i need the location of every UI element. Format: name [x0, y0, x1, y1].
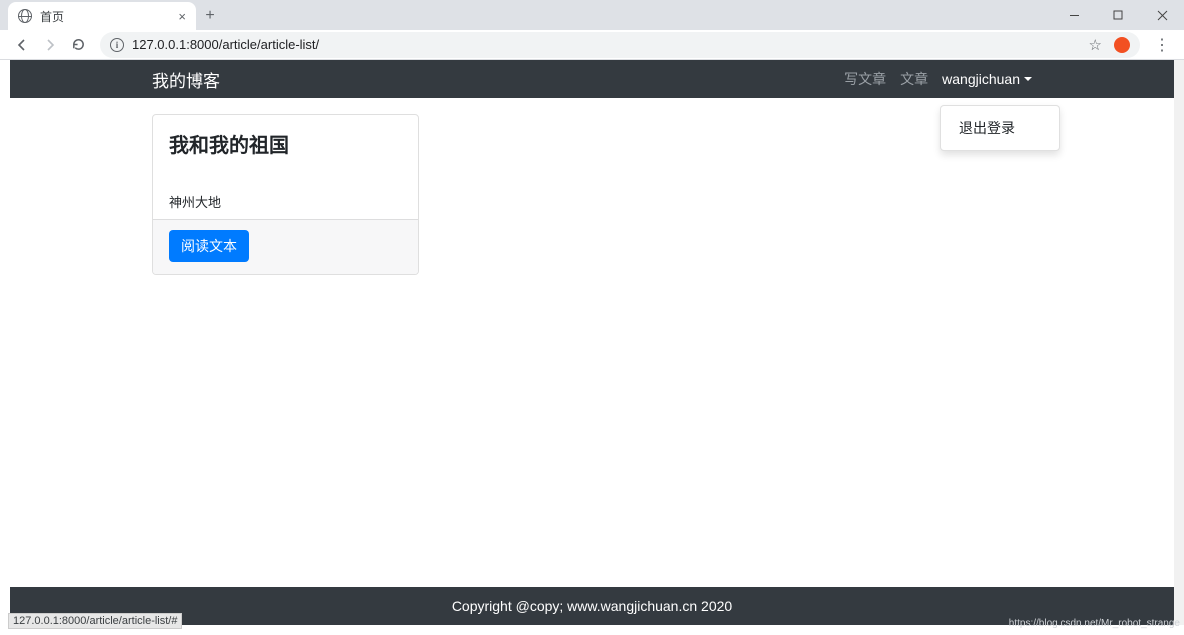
- vertical-scrollbar[interactable]: [1174, 60, 1184, 625]
- browser-tabstrip: 首页 × +: [0, 0, 1184, 30]
- reload-button[interactable]: [64, 31, 92, 59]
- nav-username: wangjichuan: [942, 71, 1020, 87]
- main-content: 我和我的祖国 神州大地 阅读文本: [10, 98, 1174, 587]
- browser-status-bar: 127.0.0.1:8000/article/article-list/#: [8, 613, 182, 629]
- forward-button[interactable]: [36, 31, 64, 59]
- footer-text: Copyright @copy; www.wangjichuan.cn 2020: [452, 598, 732, 614]
- site-navbar: 我的博客 写文章 文章 wangjichuan 退出登录: [10, 60, 1174, 98]
- new-tab-button[interactable]: +: [196, 2, 224, 30]
- page-viewport: 我的博客 写文章 文章 wangjichuan 退出登录 我和我的祖国 神州大地: [10, 60, 1174, 625]
- address-bar[interactable]: i 127.0.0.1:8000/article/article-list/ ☆: [100, 32, 1140, 58]
- bookmark-star-icon[interactable]: ☆: [1089, 36, 1102, 54]
- nav-articles[interactable]: 文章: [900, 69, 928, 89]
- browser-toolbar: i 127.0.0.1:8000/article/article-list/ ☆…: [0, 30, 1184, 60]
- back-button[interactable]: [8, 31, 36, 59]
- close-window-button[interactable]: [1140, 0, 1184, 30]
- user-dropdown-menu: 退出登录: [940, 105, 1060, 151]
- url-text: 127.0.0.1:8000/article/article-list/: [132, 37, 319, 52]
- article-title: 我和我的祖国: [169, 129, 402, 158]
- site-footer: Copyright @copy; www.wangjichuan.cn 2020: [10, 587, 1174, 625]
- read-article-button[interactable]: 阅读文本: [169, 230, 249, 262]
- minimize-button[interactable]: [1052, 0, 1096, 30]
- logout-item[interactable]: 退出登录: [941, 112, 1059, 144]
- extension-icon[interactable]: [1114, 37, 1130, 53]
- site-brand[interactable]: 我的博客: [152, 67, 220, 92]
- maximize-button[interactable]: [1096, 0, 1140, 30]
- browser-tab[interactable]: 首页 ×: [8, 2, 196, 30]
- tab-title: 首页: [40, 8, 64, 25]
- close-tab-icon[interactable]: ×: [178, 9, 186, 24]
- globe-icon: [18, 9, 32, 23]
- caret-down-icon: [1024, 77, 1032, 81]
- browser-menu-button[interactable]: ⋮: [1148, 35, 1176, 55]
- article-card: 我和我的祖国 神州大地 阅读文本: [152, 114, 419, 275]
- site-info-icon[interactable]: i: [110, 38, 124, 52]
- nav-user-dropdown-toggle[interactable]: wangjichuan: [942, 71, 1032, 87]
- window-controls: [1052, 0, 1184, 30]
- nav-write-article[interactable]: 写文章: [844, 69, 886, 89]
- article-excerpt: 神州大地: [169, 192, 402, 211]
- watermark-text: https://blog.csdn.net/Mr_robot_strange: [1009, 618, 1180, 629]
